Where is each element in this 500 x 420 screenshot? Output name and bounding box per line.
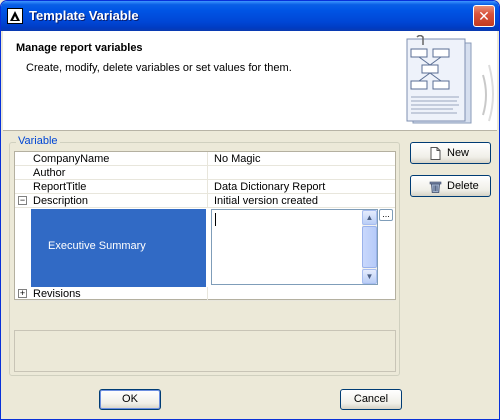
collapse-icon[interactable]: −: [18, 196, 27, 205]
variable-value[interactable]: [207, 287, 395, 301]
table-row[interactable]: ReportTitle Data Dictionary Report: [15, 180, 395, 194]
ok-button[interactable]: OK: [99, 389, 161, 410]
header-title: Manage report variables: [16, 42, 143, 54]
variable-name: ReportTitle: [33, 181, 87, 193]
variable-name: Author: [33, 167, 66, 179]
variable-value[interactable]: No Magic: [207, 152, 395, 166]
new-button[interactable]: New: [410, 142, 491, 164]
expand-icon[interactable]: +: [18, 289, 27, 298]
table-row[interactable]: Author: [15, 166, 395, 180]
text-caret: [215, 213, 216, 226]
header-description: Create, modify, delete variables or set …: [26, 62, 292, 74]
variable-name: CompanyName: [33, 153, 110, 165]
variable-group-label: Variable: [16, 135, 60, 147]
cancel-button[interactable]: Cancel: [340, 389, 402, 410]
close-icon: ✕: [478, 8, 490, 24]
variable-value[interactable]: Initial version created: [207, 194, 395, 208]
new-button-label: New: [447, 147, 470, 159]
delete-button[interactable]: Delete: [410, 175, 491, 197]
variable-group: Variable CompanyName No Magic Author Rep…: [9, 135, 400, 376]
edit-value-button[interactable]: ...: [379, 209, 393, 221]
table-row[interactable]: + Revisions: [15, 287, 395, 301]
title-bar[interactable]: Template Variable ✕: [1, 1, 499, 31]
scroll-down-icon[interactable]: ▼: [362, 269, 377, 284]
template-variable-dialog: Template Variable ✕ Manage report variab…: [0, 0, 500, 420]
header-panel: Manage report variables Create, modify, …: [3, 31, 497, 131]
report-template-icon: [406, 35, 494, 124]
table-row[interactable]: − Description Initial version created: [15, 194, 395, 208]
scroll-thumb[interactable]: [362, 226, 377, 268]
variable-value[interactable]: [207, 166, 395, 180]
new-document-icon: [430, 147, 441, 160]
close-button[interactable]: ✕: [473, 5, 495, 27]
selected-variable-row[interactable]: Executive Summary: [31, 209, 206, 287]
variables-table: CompanyName No Magic Author ReportTitle …: [14, 151, 396, 301]
app-icon: [7, 8, 23, 24]
editor-scrollbar[interactable]: ▲ ▼: [362, 210, 377, 284]
window-title: Template Variable: [29, 8, 139, 23]
scroll-up-icon[interactable]: ▲: [362, 210, 377, 225]
variable-value[interactable]: Data Dictionary Report: [207, 180, 395, 194]
table-row[interactable]: CompanyName No Magic: [15, 152, 395, 166]
value-editor-textarea[interactable]: ▲ ▼: [211, 209, 378, 285]
variable-name: Executive Summary: [48, 240, 146, 252]
variable-name: Revisions: [33, 288, 81, 300]
variable-detail-panel: [14, 330, 396, 372]
delete-button-label: Delete: [447, 180, 479, 192]
variable-name: Description: [33, 195, 89, 207]
trash-icon: [429, 181, 442, 193]
